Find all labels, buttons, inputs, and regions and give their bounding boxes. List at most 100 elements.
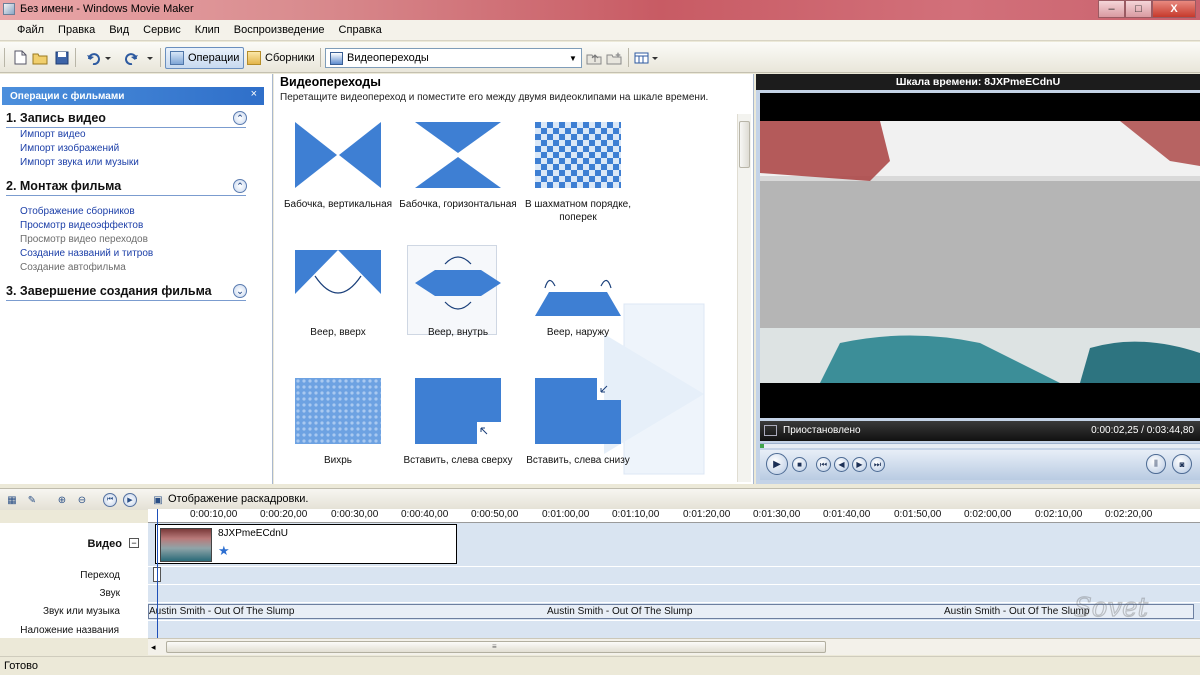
transport-controls: ▶ ■ ⏮ ◀ ▶ ⏭ ⫼ ◙: [760, 450, 1200, 480]
rewind-icon[interactable]: ⏮: [103, 493, 117, 507]
menu-clip[interactable]: Клип: [188, 24, 227, 36]
redo-icon[interactable]: [124, 50, 154, 65]
transition-tile[interactable]: Веер, вверх: [276, 242, 394, 364]
link-import-video[interactable]: Импорт видео: [20, 129, 86, 140]
transition-track[interactable]: [148, 567, 1200, 584]
track-label-video: Видео: [87, 538, 122, 550]
prev-frame-icon[interactable]: ◀: [834, 457, 849, 472]
zoom-out-icon[interactable]: ⊖: [75, 493, 89, 507]
menu-play[interactable]: Воспроизведение: [227, 24, 332, 36]
timeline-scrollbar[interactable]: ◂ ≡: [148, 638, 1200, 655]
ruler-tick: 0:01:30,00: [753, 509, 801, 520]
svg-text:Sovet: Sovet: [1074, 593, 1149, 623]
playhead[interactable]: [157, 509, 158, 639]
audio-track[interactable]: [148, 585, 1200, 602]
menu-help[interactable]: Справка: [332, 24, 389, 36]
timeline-toolbar: ▦ ✎ ⊕ ⊖ ⏮ ▶ ▣ Отображение раскадровки.: [0, 488, 1200, 510]
section-edit-title[interactable]: 2. Монтаж фильма: [6, 179, 121, 193]
play-icon[interactable]: ▶: [766, 453, 788, 475]
playback-time: 0:00:02,25 / 0:03:44,80: [1091, 425, 1194, 436]
section-finish-title[interactable]: 3. Завершение создания фильма: [6, 284, 212, 298]
link-import-audio[interactable]: Импорт звука или музыки: [20, 157, 139, 168]
views-icon[interactable]: [634, 50, 660, 65]
play-timeline-icon[interactable]: ▶: [123, 493, 137, 507]
transition-tile[interactable]: В шахматном порядке, поперек: [516, 114, 634, 236]
link-view-effects[interactable]: Просмотр видеоэффектов: [20, 220, 143, 231]
ruler-tick: 0:01:50,00: [894, 509, 942, 520]
split-icon[interactable]: ⫼: [1146, 454, 1166, 474]
zoom-in-icon[interactable]: ⊕: [55, 493, 69, 507]
chevron-up-icon[interactable]: ⌃: [233, 111, 247, 125]
chevron-down-icon[interactable]: ▼: [565, 49, 581, 67]
collections-button[interactable]: Сборники: [243, 47, 319, 69]
scrollbar-thumb[interactable]: [739, 121, 750, 168]
undo-icon[interactable]: [86, 50, 112, 65]
transition-label: Вставить, слева снизу: [526, 455, 630, 466]
prev-clip-icon[interactable]: ⏮: [816, 457, 831, 472]
clip-thumbnail: [160, 528, 212, 562]
film-icon: ▣: [153, 494, 163, 506]
video-preview-screen[interactable]: [760, 93, 1200, 418]
seek-bar[interactable]: [760, 443, 1200, 448]
up-level-icon[interactable]: [586, 50, 602, 65]
timeline-ruler[interactable]: 0:00:10,00 0:00:20,00 0:00:30,00 0:00:40…: [148, 509, 1200, 523]
new-project-icon[interactable]: [12, 50, 28, 65]
butterfly-vertical-icon: [295, 122, 381, 188]
stop-icon[interactable]: ■: [792, 457, 807, 472]
collection-select[interactable]: Видеопереходы ▼: [325, 48, 582, 68]
video-clip[interactable]: 8JXPmeECdnU ★: [155, 524, 457, 564]
link-import-pictures[interactable]: Импорт изображений: [20, 143, 119, 154]
pane-title: Видеопереходы: [280, 75, 381, 89]
ruler-tick: 0:00:30,00: [331, 509, 379, 520]
operations-button[interactable]: Операции: [165, 47, 245, 69]
transition-tile[interactable]: Бабочка, вертикальная: [276, 114, 394, 236]
transition-tile[interactable]: Веер, наружу: [516, 242, 634, 364]
new-collection-icon[interactable]: [606, 50, 622, 65]
minimize-button[interactable]: –: [1098, 0, 1125, 18]
maximize-button[interactable]: □: [1125, 0, 1152, 18]
snapshot-icon[interactable]: ◙: [1172, 454, 1192, 474]
caption-buttons: – □ X: [1098, 0, 1196, 18]
menu-file[interactable]: Файл: [10, 24, 51, 36]
swirl-icon: [295, 378, 381, 444]
link-make-titles[interactable]: Создание названий и титров: [20, 248, 153, 259]
collections-icon: [247, 51, 261, 65]
transition-tile-selected[interactable]: Веер, внутрь: [396, 242, 514, 364]
audio-levels-icon[interactable]: ✎: [25, 493, 39, 507]
close-button[interactable]: X: [1152, 0, 1196, 18]
storyboard-icon[interactable]: ▦: [5, 493, 19, 507]
next-frame-icon[interactable]: ▶: [852, 457, 867, 472]
inset-top-left-icon: [415, 378, 501, 444]
title-overlay-track[interactable]: [148, 621, 1200, 638]
monitor-icon: [764, 425, 777, 436]
next-clip-icon[interactable]: ⏭: [870, 457, 885, 472]
menu-edit[interactable]: Правка: [51, 24, 102, 36]
transition-tile[interactable]: Вихрь: [276, 370, 394, 492]
menu-tools[interactable]: Сервис: [136, 24, 188, 36]
content-scrollbar[interactable]: [737, 114, 751, 482]
transition-tile[interactable]: Вставить, слева сверху: [396, 370, 514, 492]
close-icon[interactable]: ×: [251, 88, 257, 100]
track-label-audio: Звук: [99, 588, 120, 599]
scrollbar-thumb[interactable]: ≡: [166, 641, 826, 653]
chevron-down-icon[interactable]: ⌄: [233, 284, 247, 298]
music-clip[interactable]: Austin Smith - Out Of The Slump Austin S…: [148, 604, 1194, 619]
window-title: Без имени - Windows Movie Maker: [20, 3, 194, 15]
save-icon[interactable]: [54, 50, 70, 65]
link-show-collections[interactable]: Отображение сборников: [20, 206, 135, 217]
chevron-up-icon[interactable]: ⌃: [233, 179, 247, 193]
view-label[interactable]: Отображение раскадровки.: [168, 493, 308, 505]
section-capture-title[interactable]: 1. Запись видео: [6, 111, 106, 125]
open-project-icon[interactable]: [32, 50, 48, 65]
divider: [6, 127, 246, 128]
transition-tile[interactable]: Бабочка, горизонтальная: [396, 114, 517, 236]
ruler-tick: 0:02:00,00: [964, 509, 1012, 520]
menu-view[interactable]: Вид: [102, 24, 136, 36]
scroll-left-icon[interactable]: ◂: [151, 642, 156, 653]
toolbar-separator: [320, 48, 321, 67]
grip-icon: ≡: [492, 642, 497, 651]
tasks-pane-title: Операции с фильмами: [10, 90, 125, 102]
transition-tile[interactable]: Вставить, слева снизу: [516, 370, 634, 492]
ruler-tick: 0:01:10,00: [612, 509, 660, 520]
collapse-icon[interactable]: −: [129, 538, 139, 548]
